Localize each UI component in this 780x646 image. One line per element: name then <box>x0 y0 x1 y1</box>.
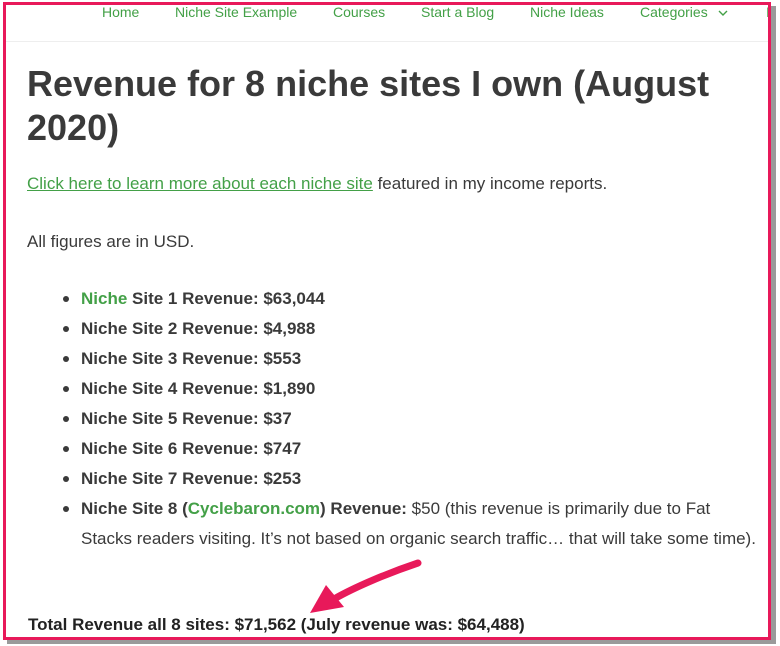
list-item: Niche Site 3 Revenue: $553 <box>27 344 757 374</box>
currency-note: All figures are in USD. <box>27 232 195 251</box>
cyclebaron-link[interactable]: Cyclebaron.com <box>188 499 320 518</box>
nav-start-a-blog-link[interactable]: Start a Blog <box>421 4 494 20</box>
frame-shadow-bottom <box>7 640 776 644</box>
nav-courses-link[interactable]: Courses <box>333 4 385 20</box>
site-revenue-text: Site 1 Revenue: $63,044 <box>127 289 325 308</box>
list-item: Niche Site 7 Revenue: $253 <box>27 464 757 494</box>
nav-overflow-link[interactable]: I( <box>766 4 768 20</box>
list-item: Niche Site 2 Revenue: $4,988 <box>27 314 757 344</box>
niche-keyword-link[interactable]: Niche <box>81 289 127 308</box>
list-item: Niche Site 6 Revenue: $747 <box>27 434 757 464</box>
chevron-down-icon <box>718 10 728 17</box>
site-revenue-list: Niche Site 1 Revenue: $63,044 Niche Site… <box>27 284 757 554</box>
nav-niche-ideas-link[interactable]: Niche Ideas <box>530 4 604 20</box>
page-title: Revenue for 8 niche sites I own (August … <box>27 63 710 148</box>
site8-suffix: ) Revenue: <box>320 499 407 518</box>
nav-home-link[interactable]: Home <box>102 4 139 20</box>
site8-prefix: Niche Site 8 ( <box>81 499 188 518</box>
list-item: Niche Site 5 Revenue: $37 <box>27 404 757 434</box>
top-navigation: Home Niche Site Example Courses Start a … <box>6 0 768 42</box>
intro-text: featured in my income reports. <box>372 174 608 193</box>
list-item: Niche Site 1 Revenue: $63,044 <box>27 284 757 314</box>
niche-sites-info-link[interactable]: Click here to learn more about each nich… <box>27 174 373 193</box>
pink-arrow-icon <box>310 559 422 613</box>
list-item: Niche Site 4 Revenue: $1,890 <box>27 374 757 404</box>
nav-categories-label: Categories <box>640 4 708 20</box>
total-revenue: Total Revenue all 8 sites: $71,562 (July… <box>28 615 525 634</box>
frame-shadow-right <box>771 6 776 644</box>
nav-categories-menu[interactable]: Categories <box>640 4 728 20</box>
list-item: Niche Site 8 (Cyclebaron.com) Revenue: $… <box>27 494 757 554</box>
intro-paragraph: Click here to learn more about each nich… <box>27 171 607 197</box>
nav-niche-site-example-link[interactable]: Niche Site Example <box>175 4 297 20</box>
